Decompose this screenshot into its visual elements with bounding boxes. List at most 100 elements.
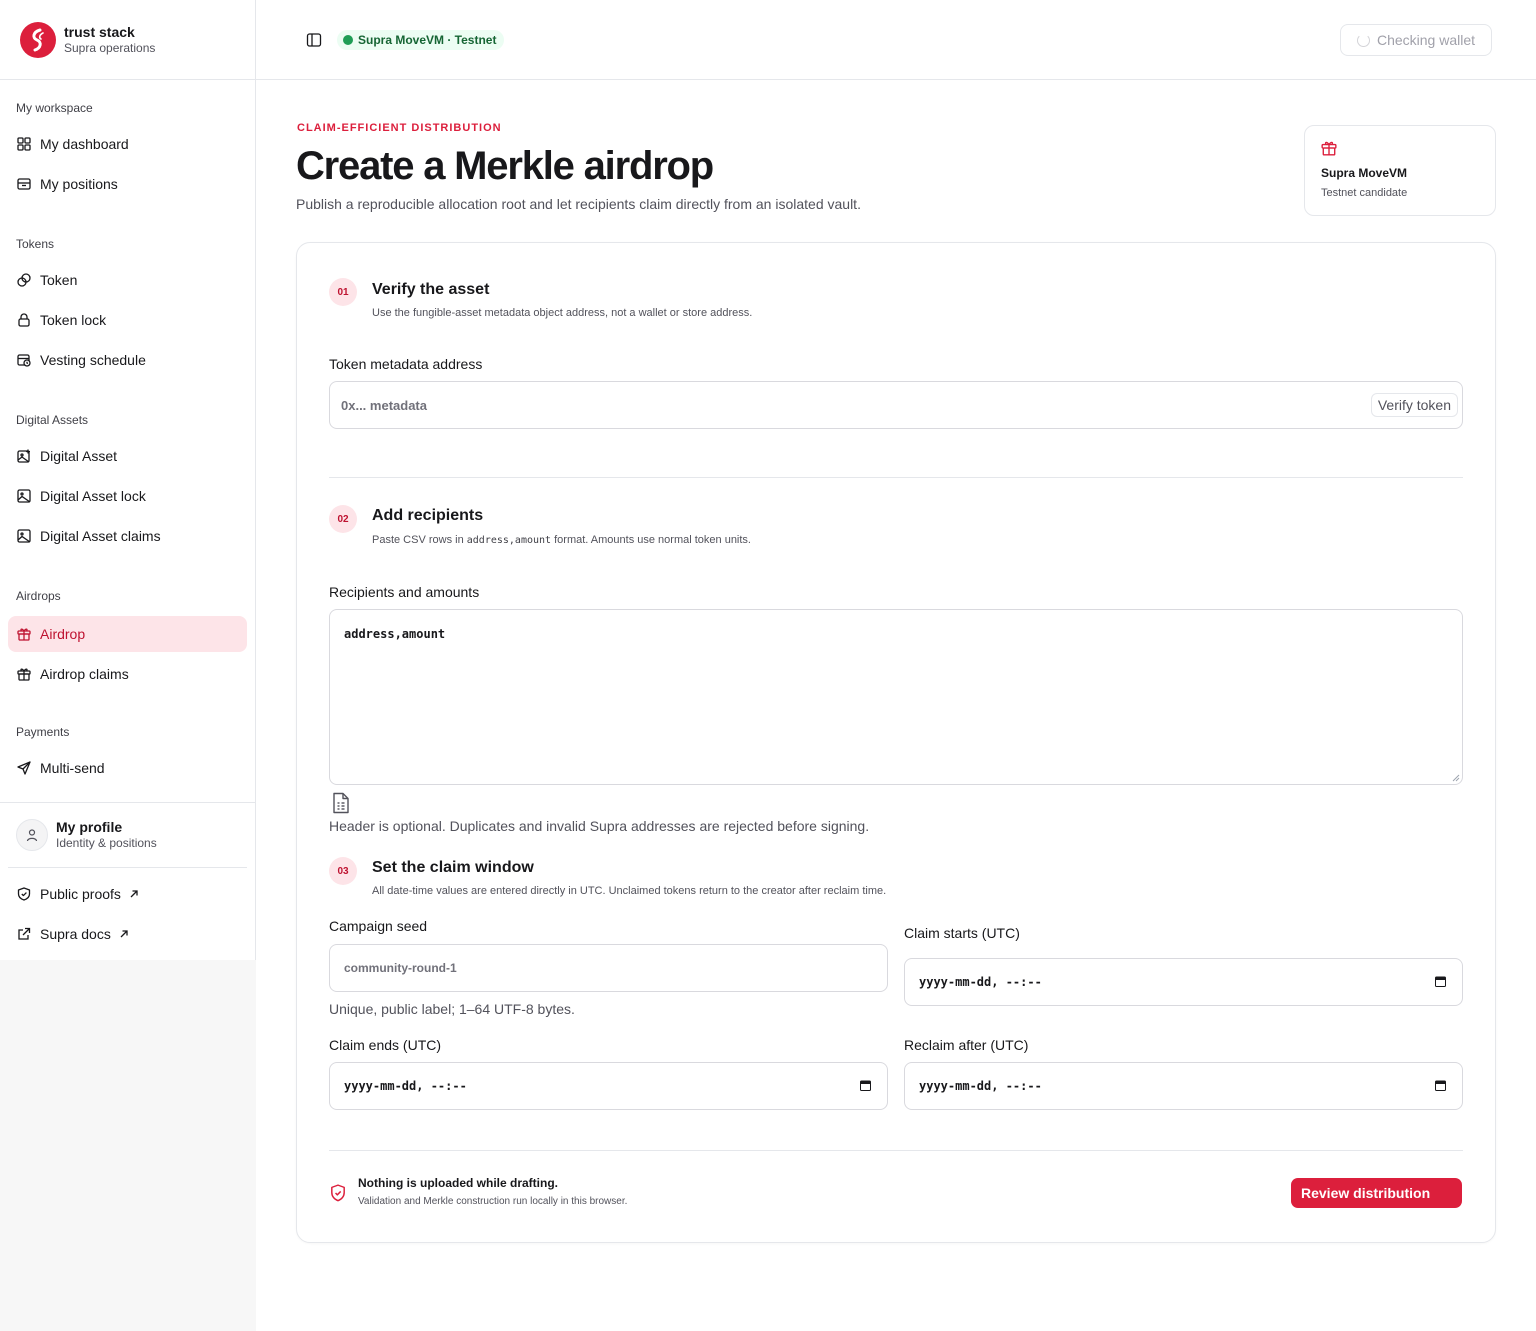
date-placeholder: yyyy-mm-dd, --:-- <box>919 1079 1042 1093</box>
send-icon <box>16 760 32 776</box>
sidebar-item-label: Token lock <box>40 312 107 328</box>
sidebar-toggle-button[interactable] <box>304 30 324 50</box>
sidebar-item-vesting-schedule[interactable]: Vesting schedule <box>8 342 247 378</box>
recipients-value: address,amount <box>344 627 446 641</box>
sidebar-item-token-lock[interactable]: Token lock <box>8 302 247 338</box>
privacy-note-title: Nothing is uploaded while drafting. <box>358 1176 558 1190</box>
reclaim-after-input[interactable]: yyyy-mm-dd, --:-- <box>904 1062 1463 1110</box>
step-badge: 02 <box>329 505 357 533</box>
step-desc-text: format. Amounts use normal token units. <box>551 534 751 546</box>
sidebar-item-label: Airdrop claims <box>40 666 129 682</box>
section-divider <box>329 477 1463 478</box>
loading-spinner-icon <box>1356 33 1370 47</box>
profile-name: My profile <box>56 819 123 835</box>
sidebar-item-label: My positions <box>40 176 118 192</box>
image-icon <box>16 528 32 544</box>
nav-heading-airdrops: Airdrops <box>16 589 61 603</box>
sidebar-link-public-proofs[interactable]: Public proofs <box>8 876 247 912</box>
privacy-note-subtitle: Validation and Merkle construction run l… <box>358 1196 628 1207</box>
nav-heading-workspace: My workspace <box>16 101 93 115</box>
arrow-up-right-icon <box>129 886 139 902</box>
sidebar-item-my-positions[interactable]: My positions <box>8 166 247 202</box>
brand-logo-icon <box>20 21 56 58</box>
calendar-clock-icon <box>16 352 32 368</box>
brand-name: trust stack <box>64 23 135 40</box>
campaign-seed-label: Campaign seed <box>329 918 428 934</box>
sidebar-link-label: Supra docs <box>40 926 111 942</box>
network-badge: Supra MoveVM · Testnet <box>337 30 505 50</box>
date-placeholder: yyyy-mm-dd, --:-- <box>344 1079 467 1093</box>
step-description: All date-time values are entered directl… <box>372 885 887 897</box>
token-metadata-input[interactable]: 0x... metadata Verify token <box>329 381 1463 429</box>
step-description: Use the fungible-asset metadata object a… <box>372 307 753 319</box>
sidebar-item-airdrop-claims[interactable]: Airdrop claims <box>8 656 247 692</box>
sidebar-item-digital-asset[interactable]: Digital Asset <box>8 438 247 474</box>
shield-check-icon <box>16 886 32 902</box>
profile-subtitle: Identity & positions <box>56 836 157 850</box>
sidebar-link-supra-docs[interactable]: Supra docs <box>8 916 247 952</box>
section-divider <box>329 1150 1463 1151</box>
campaign-seed-help: Unique, public label; 1–64 UTF-8 bytes. <box>329 1001 575 1017</box>
dashboard-grid-icon <box>16 136 32 152</box>
recipients-textarea[interactable]: address,amount <box>329 609 1463 785</box>
sidebar: trust stack Supra operations My workspac… <box>0 0 256 960</box>
sidebar-link-label: Public proofs <box>40 886 121 902</box>
file-csv-icon[interactable] <box>331 792 351 819</box>
sidebar-divider <box>0 802 255 803</box>
wallet-button[interactable]: Checking wallet <box>1340 24 1492 56</box>
brand[interactable]: trust stack Supra operations <box>0 0 255 80</box>
calendar-icon <box>1435 1080 1446 1091</box>
nav-heading-tokens: Tokens <box>16 237 55 251</box>
sidebar-item-multi-send[interactable]: Multi-send <box>8 750 247 786</box>
chain-status: Testnet candidate <box>1321 187 1408 199</box>
nav-heading-payments: Payments <box>16 725 70 739</box>
token-metadata-placeholder: 0x... metadata <box>341 397 427 413</box>
sidebar-item-airdrop[interactable]: Airdrop <box>8 616 247 652</box>
avatar <box>16 819 48 851</box>
page-subtitle: Publish a reproducible allocation root a… <box>296 196 861 212</box>
chain-card: Supra MoveVM Testnet candidate <box>1304 125 1496 216</box>
lock-icon <box>16 312 32 328</box>
gift-icon <box>1321 140 1337 161</box>
network-label: Supra MoveVM · Testnet <box>358 33 497 47</box>
page-title: Create a Merkle airdrop <box>296 144 714 188</box>
recipients-help-text: Header is optional. Duplicates and inval… <box>329 818 870 834</box>
review-distribution-button[interactable]: Review distribution <box>1291 1178 1462 1208</box>
chain-name: Supra MoveVM <box>1321 166 1408 180</box>
sidebar-item-label: My dashboard <box>40 136 129 152</box>
brand-subtitle: Supra operations <box>64 40 156 55</box>
verify-token-button[interactable]: Verify token <box>1370 393 1458 417</box>
step-badge: 03 <box>329 857 357 885</box>
profile-link[interactable]: My profile Identity & positions <box>8 811 247 859</box>
calendar-icon <box>860 1080 871 1091</box>
sidebar-item-token[interactable]: Token <box>8 262 247 298</box>
claim-starts-input[interactable]: yyyy-mm-dd, --:-- <box>904 958 1463 1006</box>
sidebar-item-label: Digital Asset claims <box>40 528 161 544</box>
wallet-status: Checking wallet <box>1376 32 1476 48</box>
step-description: Paste CSV rows in address,amount format.… <box>372 534 751 546</box>
sidebar-item-label: Airdrop <box>40 626 86 642</box>
token-metadata-label: Token metadata address <box>329 356 483 372</box>
user-icon <box>26 829 38 842</box>
campaign-seed-input[interactable]: community-round-1 <box>329 944 888 992</box>
panel-left-icon <box>306 33 322 47</box>
sidebar-item-digital-asset-lock[interactable]: Digital Asset lock <box>8 478 247 514</box>
claim-ends-input[interactable]: yyyy-mm-dd, --:-- <box>329 1062 888 1110</box>
sidebar-item-label: Vesting schedule <box>40 352 146 368</box>
sidebar-item-digital-asset-claims[interactable]: Digital Asset claims <box>8 518 247 554</box>
recipients-label: Recipients and amounts <box>329 584 480 600</box>
sidebar-item-my-dashboard[interactable]: My dashboard <box>8 126 247 162</box>
gift-icon <box>16 666 32 682</box>
sidebar-item-label: Digital Asset <box>40 448 118 464</box>
claim-starts-label: Claim starts (UTC) <box>904 925 1020 941</box>
coins-icon <box>16 272 32 288</box>
step-title: Add recipients <box>372 507 484 524</box>
topbar: Supra MoveVM · Testnet Checking wallet <box>256 0 1536 80</box>
step-desc-text: Paste CSV rows in <box>372 534 467 546</box>
claim-ends-label: Claim ends (UTC) <box>329 1037 442 1053</box>
calendar-icon <box>1435 976 1446 987</box>
sidebar-divider <box>8 867 247 868</box>
archive-box-icon <box>16 176 32 192</box>
sidebar-bottom-area <box>0 960 256 1331</box>
step-title: Verify the asset <box>372 281 490 298</box>
